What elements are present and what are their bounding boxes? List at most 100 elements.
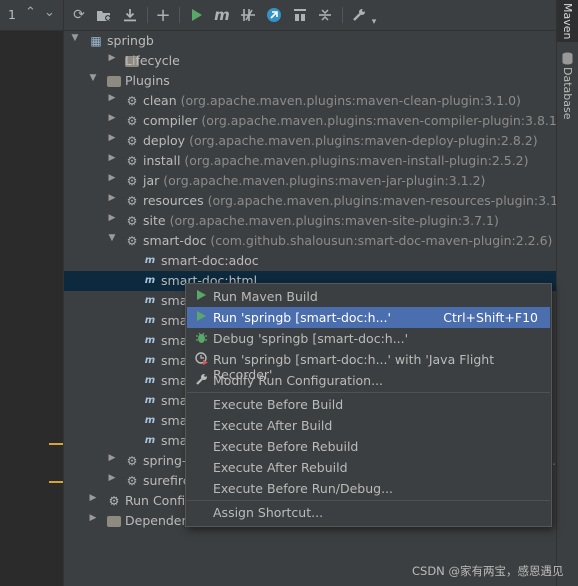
tree-node-plugins[interactable]: ▼ Plugins	[64, 71, 556, 91]
dropdown-arrow-icon[interactable]: ▾	[364, 12, 384, 32]
run-icon	[194, 310, 208, 324]
menu-item-label: Debug 'springb [smart-doc:h...'	[213, 331, 409, 346]
chevron-right-icon[interactable]: ▶	[107, 173, 117, 183]
maven-goal-icon: m	[144, 335, 156, 346]
tree-node-goal[interactable]: m smart-doc:adoc	[64, 251, 556, 271]
flight-recorder-icon	[194, 352, 208, 366]
menu-item-execute-after-rebuild[interactable]: Execute After Rebuild	[187, 457, 550, 478]
menu-separator	[187, 392, 550, 393]
show-dependencies-icon[interactable]	[290, 5, 310, 25]
plugin-icon: ⚙	[126, 474, 138, 488]
wrench-icon	[194, 373, 208, 387]
skip-tests-icon[interactable]	[264, 5, 284, 25]
chevron-right-icon[interactable]: ▶	[88, 513, 98, 523]
plugin-icon: ⚙	[126, 134, 138, 148]
menu-item-execute-before-build[interactable]: Execute Before Build	[187, 394, 550, 415]
menu-item-run-maven-build[interactable]: Run Maven Build	[187, 286, 550, 307]
menu-item-assign-shortcut[interactable]: Assign Shortcut...	[187, 502, 550, 523]
maven-tool-tab[interactable]: Maven	[557, 0, 578, 42]
tree-node-plugin[interactable]: ▶ ⚙ install (org.apache.maven.plugins:ma…	[64, 151, 556, 171]
menu-item-label: Execute After Build	[213, 418, 333, 433]
chevron-right-icon[interactable]: ▶	[107, 133, 117, 143]
plugin-icon: ⚙	[126, 454, 138, 468]
chevron-up-icon[interactable]: ⌃	[25, 5, 36, 20]
database-tool-tab[interactable]: Database	[561, 67, 574, 120]
menu-item-debug-config[interactable]: Debug 'springb [smart-doc:h...'	[187, 328, 550, 349]
tree-node-plugin[interactable]: ▼ ⚙ smart-doc (com.github.shalousun:smar…	[64, 231, 556, 251]
chevron-right-icon[interactable]: ▶	[107, 193, 117, 203]
chevron-down-icon[interactable]: ▼	[70, 33, 80, 43]
chevron-down-icon[interactable]: ▼	[107, 233, 117, 243]
menu-item-label: Run 'springb [smart-doc:h...'	[213, 310, 391, 325]
reload-icon[interactable]: ⟳	[69, 5, 89, 25]
plus-icon[interactable]: +	[153, 5, 173, 26]
run-config-icon: ⚙	[108, 494, 120, 508]
chevron-right-icon[interactable]: ▶	[107, 113, 117, 123]
menu-separator	[187, 500, 550, 501]
change-marker	[49, 481, 63, 483]
chevron-right-icon[interactable]: ▶	[107, 473, 117, 483]
download-icon[interactable]	[120, 5, 140, 25]
chevron-right-icon[interactable]: ▶	[107, 153, 117, 163]
plugin-icon: ⚙	[126, 214, 138, 228]
plugin-name: surefire	[143, 473, 191, 488]
toolbar-separator	[147, 7, 148, 23]
maven-goal-icon: m	[144, 295, 156, 306]
editor-navigation-bar: 1 ⌃ ⌄	[0, 0, 63, 31]
tree-node-plugin[interactable]: ▶ ⚙ deploy (org.apache.maven.plugins:mav…	[64, 131, 556, 151]
maven-goal-icon: m	[144, 415, 156, 426]
menu-item-execute-before-run-debug[interactable]: Execute Before Run/Debug...	[187, 478, 550, 499]
plugin-icon: ⚙	[126, 154, 138, 168]
goal-label: smart-doc:adoc	[161, 253, 259, 268]
tree-node-plugin[interactable]: ▶ ⚙ clean (org.apache.maven.plugins:mave…	[64, 91, 556, 111]
menu-item-label: Assign Shortcut...	[213, 505, 324, 520]
chevron-down-icon[interactable]: ▼	[88, 73, 98, 83]
plugin-name: clean	[143, 93, 177, 108]
menu-item-label: Modify Run Configuration...	[213, 373, 384, 388]
tree-node-project[interactable]: ▼ ▦ springb	[64, 31, 556, 51]
chevron-down-icon[interactable]: ⌄	[44, 5, 55, 20]
menu-item-label: Execute Before Rebuild	[213, 439, 359, 454]
plugin-coordinates: (org.apache.maven.plugins:maven-deploy-p…	[189, 133, 538, 148]
chevron-right-icon[interactable]: ▶	[107, 213, 117, 223]
chevron-right-icon[interactable]: ▶	[107, 453, 117, 463]
plugin-coordinates: (org.apache.maven.plugins:maven-jar-plug…	[163, 173, 486, 188]
maven-goal-icon: m	[144, 255, 156, 266]
menu-item-shortcut: Ctrl+Shift+F10	[443, 310, 538, 325]
plugin-name: resources	[143, 193, 204, 208]
menu-item-run-flight-recorder[interactable]: Run 'springb [smart-doc:h...' with 'Java…	[187, 349, 550, 382]
tree-node-plugin[interactable]: ▶ ⚙ compiler (org.apache.maven.plugins:m…	[64, 111, 562, 131]
plugin-name: spring-l	[143, 453, 190, 468]
add-folder-icon[interactable]	[94, 5, 114, 25]
chevron-right-icon[interactable]: ▶	[107, 53, 117, 63]
menu-item-execute-after-build[interactable]: Execute After Build	[187, 415, 550, 436]
tree-node-plugin[interactable]: ▶ ⚙ jar (org.apache.maven.plugins:maven-…	[64, 171, 556, 191]
maven-goal-icon: m	[144, 315, 156, 326]
tree-label: Plugins	[125, 73, 170, 88]
toolbar-separator	[179, 7, 180, 23]
plugin-name: compiler	[143, 113, 198, 128]
maven-goal-icon: m	[144, 395, 156, 406]
tree-node-plugin[interactable]: ▶ ⚙ resources (org.apache.maven.plugins:…	[64, 191, 575, 211]
menu-item-modify-run-config[interactable]: Modify Run Configuration...	[187, 370, 550, 391]
tree-node-plugin[interactable]: ▶ ⚙ site (org.apache.maven.plugins:maven…	[64, 211, 556, 231]
plugin-coordinates: (org.apache.maven.plugins:maven-resource…	[207, 193, 575, 208]
run-icon[interactable]	[187, 5, 207, 25]
tree-node-lifecycle[interactable]: ▶ Lifecycle	[64, 51, 556, 71]
plugin-coordinates: (org.apache.maven.plugins:maven-clean-pl…	[180, 93, 521, 108]
editor-gutter: 1 ⌃ ⌄	[0, 0, 63, 586]
folder-icon	[107, 516, 121, 527]
plugin-coordinates: (org.apache.maven.plugins:maven-site-plu…	[169, 213, 499, 228]
maven-tab-label: Maven	[561, 3, 574, 40]
tool-window-strip: Maven Database	[556, 0, 578, 586]
plugin-name: smart-doc	[143, 233, 207, 248]
chevron-right-icon[interactable]: ▶	[107, 93, 117, 103]
chevron-right-icon[interactable]: ▶	[88, 493, 98, 503]
collapse-all-icon[interactable]	[315, 5, 335, 25]
toggle-offline-icon[interactable]	[238, 5, 258, 25]
debug-icon	[194, 331, 208, 345]
folder-icon	[107, 76, 121, 87]
menu-item-execute-before-rebuild[interactable]: Execute Before Rebuild	[187, 436, 550, 457]
menu-item-run-config[interactable]: Run 'springb [smart-doc:h...' Ctrl+Shift…	[187, 307, 550, 328]
maven-m-icon[interactable]: m	[212, 5, 232, 25]
